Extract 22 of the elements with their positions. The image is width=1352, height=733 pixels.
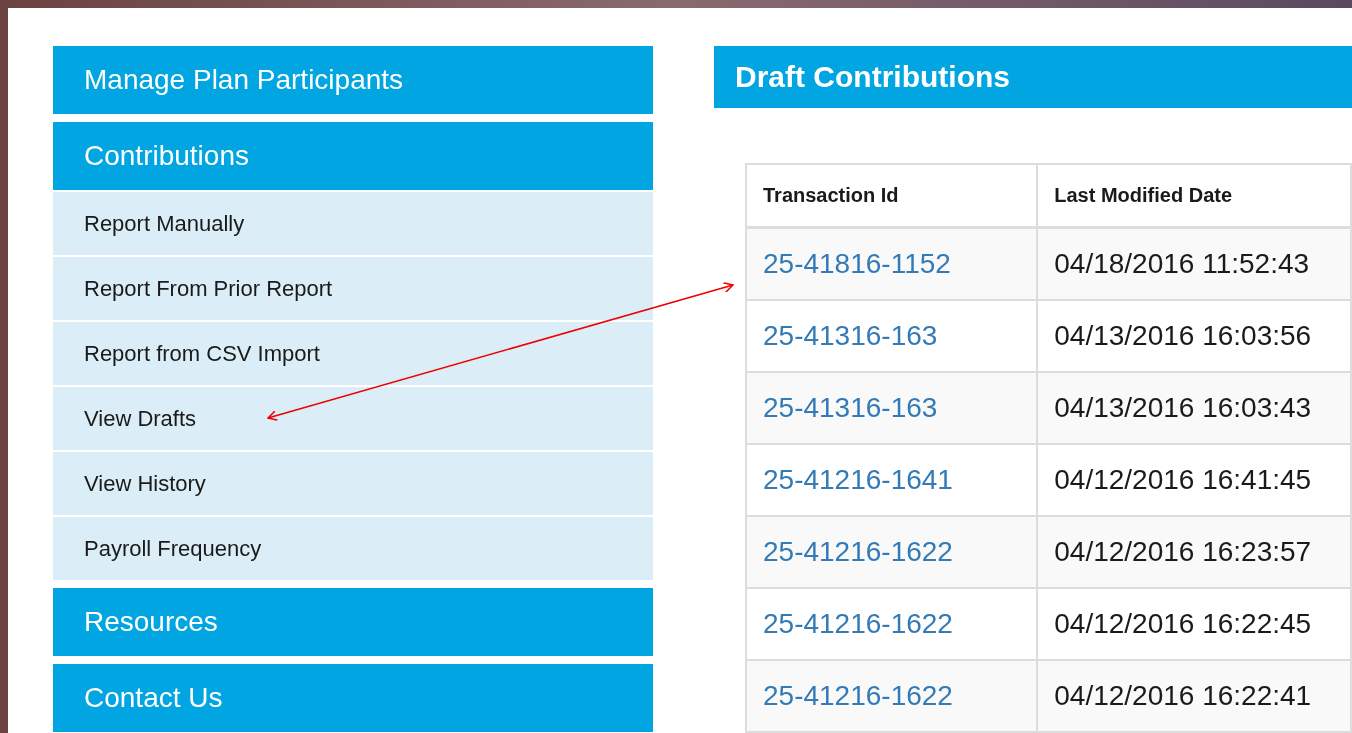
sidebar-item[interactable]: Report From Prior Report	[53, 257, 653, 320]
transaction-link[interactable]: 25-41216-1622	[763, 608, 953, 639]
transaction-link[interactable]: 25-41816-1152	[763, 248, 951, 279]
sidebar-section-header[interactable]: Resources	[53, 588, 653, 656]
table-cell: 04/12/2016 16:22:41	[1037, 660, 1351, 732]
table-cell: 04/12/2016 16:23:57	[1037, 516, 1351, 588]
sidebar-item[interactable]: View Drafts	[53, 387, 653, 450]
sidebar-item[interactable]: View History	[53, 452, 653, 515]
sidebar-item[interactable]: Report Manually	[53, 192, 653, 255]
transaction-link[interactable]: 25-41316-163	[763, 392, 938, 423]
transaction-link[interactable]: 25-41216-1641	[763, 464, 953, 495]
sidebar-item[interactable]: Report from CSV Import	[53, 322, 653, 385]
sidebar-section-header[interactable]: Contributions	[53, 122, 653, 190]
page-title: Draft Contributions	[714, 46, 1352, 108]
sidebar-item[interactable]: Payroll Frequency	[53, 517, 653, 580]
sidebar-section-header[interactable]: Manage Plan Participants	[53, 46, 653, 114]
table-cell: 04/13/2016 16:03:43	[1037, 372, 1351, 444]
transaction-link[interactable]: 25-41216-1622	[763, 680, 953, 711]
transaction-link[interactable]: 25-41216-1622	[763, 536, 953, 567]
sidebar-section-header[interactable]: Contact Us	[53, 664, 653, 732]
table-cell: 04/18/2016 11:52:43	[1037, 227, 1351, 300]
transaction-link[interactable]: 25-41316-163	[763, 320, 938, 351]
